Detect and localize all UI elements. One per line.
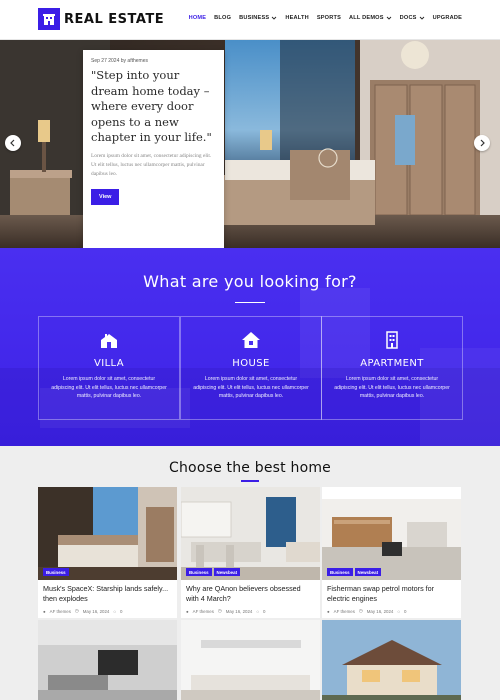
section-title: What are you looking for?	[143, 272, 357, 291]
post-card[interactable]: Business Newsbeat Why are QAnon believer…	[181, 487, 320, 618]
user-icon: ●	[327, 608, 330, 614]
post-thumbnail[interactable]	[322, 620, 461, 700]
looking-for-section: What are you looking for? VILLA Lorem ip…	[0, 248, 500, 446]
category-badge[interactable]: Newsbeat	[213, 568, 241, 576]
post-title[interactable]: Musk's SpaceX: Starship lands safely... …	[38, 580, 177, 605]
clock-icon: ◷	[358, 608, 363, 613]
nav-label: SPORTS	[316, 15, 342, 21]
category-badges: Business Newsbeat	[327, 568, 382, 576]
slider-prev-button[interactable]	[5, 135, 21, 151]
post-comments[interactable]: 0	[263, 609, 265, 614]
post-card[interactable]: Business Newsbeat Fisherman swap petrol …	[322, 487, 461, 618]
category-badges: Business Newsbeat	[186, 568, 241, 576]
chevron-down-icon	[419, 16, 424, 20]
feature-title: VILLA	[93, 358, 124, 369]
post-title[interactable]: Fisherman swap petrol motors for electri…	[322, 580, 461, 605]
feature-text: Lorem ipsum dolor sit amet, consectetur …	[51, 376, 167, 400]
post-thumbnail[interactable]	[181, 620, 320, 700]
post-date: May 16, 2024	[366, 608, 394, 614]
post-thumbnail[interactable]: Business Newsbeat	[181, 487, 320, 580]
living-room-image	[38, 620, 177, 700]
nav-business[interactable]: BUSINESS	[239, 15, 277, 21]
feature-apartment[interactable]: APARTMENT Lorem ipsum dolor sit amet, co…	[321, 316, 463, 420]
nav-label: DOCS	[399, 15, 417, 21]
post-meta: Sep 27 2024 by afthemes	[91, 58, 148, 64]
post-meta: ● AF themes ◷ May 16, 2024 ○ 0	[38, 605, 177, 618]
post-comments[interactable]: 0	[404, 609, 406, 614]
chevron-down-icon	[386, 16, 391, 20]
post-meta: ● AF themes ◷ May 16, 2024 ○ 0	[322, 605, 461, 618]
user-icon: ●	[186, 608, 189, 614]
feature-villa[interactable]: VILLA Lorem ipsum dolor sit amet, consec…	[38, 316, 180, 420]
clock-icon: ◷	[217, 608, 222, 613]
house-icon	[242, 332, 260, 348]
site-logo[interactable]: REAL ESTATE	[38, 8, 164, 30]
title-underline	[235, 302, 265, 303]
main-nav: HOME BLOG BUSINESS HEALTH SPORTS ALL DEM…	[189, 15, 462, 21]
hero-bedroom-image	[0, 40, 500, 248]
category-badge[interactable]: Business	[186, 568, 212, 576]
comment-icon: ○	[397, 608, 400, 614]
nav-upgrade[interactable]: UPGRADE	[433, 15, 462, 21]
nav-home[interactable]: HOME	[189, 15, 207, 21]
living-room-image	[322, 487, 461, 580]
building-icon	[38, 8, 60, 30]
post-comments[interactable]: 0	[120, 609, 122, 614]
hero-slider: Sep 27 2024 by afthemes "Step into your …	[0, 40, 500, 248]
bedroom-image	[38, 487, 177, 580]
nav-label: HOME	[188, 15, 207, 21]
feature-title: APARTMENT	[360, 358, 424, 369]
post-meta: ● AF themes ◷ May 16, 2024 ○ 0	[181, 605, 320, 618]
post-date: May 16, 2024	[225, 608, 253, 614]
nav-blog[interactable]: BLOG	[214, 15, 231, 21]
nav-label: BLOG	[214, 15, 232, 21]
post-thumbnail[interactable]	[38, 620, 177, 700]
hero-excerpt: Lorem ipsum dolor sit amet, consectetur …	[91, 152, 212, 177]
kitchen-image	[181, 487, 320, 580]
category-badge[interactable]: Business	[43, 568, 69, 576]
category-badges: Business	[43, 568, 69, 576]
post-title[interactable]: Why are QAnon believers obsessed with 4 …	[181, 580, 320, 605]
nav-label: BUSINESS	[239, 15, 270, 21]
slider-next-button[interactable]	[474, 135, 490, 151]
post-thumbnail[interactable]: Business Newsbeat	[322, 487, 461, 580]
chevron-right-icon	[480, 139, 485, 147]
title-underline	[241, 480, 259, 482]
logo-text: REAL ESTATE	[64, 11, 165, 27]
comment-icon: ○	[113, 608, 116, 614]
chevron-down-icon	[272, 16, 277, 20]
nav-docs[interactable]: DOCS	[400, 15, 425, 21]
hero-title[interactable]: "Step into your dream home today – where…	[91, 68, 216, 146]
house-exterior-image	[322, 620, 461, 700]
feature-house[interactable]: HOUSE Lorem ipsum dolor sit amet, consec…	[180, 316, 322, 420]
hero-card: Sep 27 2024 by afthemes "Step into your …	[83, 50, 224, 248]
category-badge[interactable]: Business	[327, 568, 353, 576]
kitchen-image	[181, 620, 320, 700]
post-author[interactable]: AF themes	[50, 609, 71, 614]
villa-icon	[101, 334, 117, 348]
comment-icon: ○	[256, 608, 259, 614]
chevron-left-icon	[10, 139, 15, 147]
feature-text: Lorem ipsum dolor sit amet, consectetur …	[334, 376, 450, 400]
section-title: Choose the best home	[169, 460, 331, 476]
nav-label: ALL DEMOS	[349, 15, 384, 21]
user-icon: ●	[43, 608, 46, 614]
category-badge[interactable]: Newsbeat	[354, 568, 382, 576]
post-author[interactable]: AF themes	[334, 609, 355, 614]
view-button[interactable]: View	[91, 188, 120, 205]
nav-sports[interactable]: SPORTS	[317, 15, 341, 21]
site-header: REAL ESTATE HOME BLOG BUSINESS HEALTH SP…	[0, 0, 500, 40]
apartment-icon	[386, 331, 398, 349]
feature-title: HOUSE	[232, 358, 270, 369]
nav-all-demos[interactable]: ALL DEMOS	[349, 15, 392, 21]
feature-text: Lorem ipsum dolor sit amet, consectetur …	[193, 376, 309, 400]
post-card[interactable]: Business Musk's SpaceX: Starship lands s…	[38, 487, 177, 618]
post-thumbnail[interactable]: Business	[38, 487, 177, 580]
post-date: May 16, 2024	[82, 608, 110, 614]
nav-label: HEALTH	[285, 15, 309, 21]
nav-label: UPGRADE	[432, 15, 462, 21]
post-author[interactable]: AF themes	[193, 609, 214, 614]
nav-health[interactable]: HEALTH	[285, 15, 308, 21]
clock-icon: ◷	[74, 608, 79, 613]
